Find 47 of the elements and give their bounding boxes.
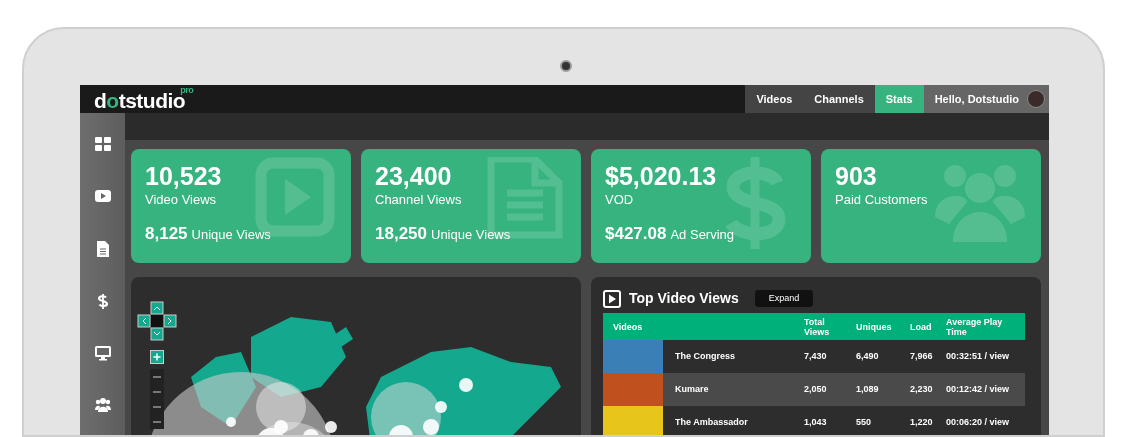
- dashboard-grid-icon[interactable]: [94, 137, 111, 154]
- nav-tab[interactable]: Channels: [803, 85, 875, 113]
- table-cell: 1,089: [852, 373, 906, 406]
- avatar[interactable]: [1027, 90, 1045, 108]
- panel-title: Top Video Views: [629, 289, 739, 308]
- stat-sub-value: 8,125: [145, 223, 188, 245]
- table-cell: 7,430: [800, 340, 852, 373]
- table-cell: 00:32:51 / view: [942, 340, 1025, 373]
- column-header: Total Views: [800, 313, 852, 340]
- stat-sub-label: Unique Views: [191, 226, 271, 244]
- video-title: The Ambassador: [674, 415, 748, 429]
- pan-control-icon[interactable]: [137, 301, 177, 341]
- column-header: Uniques: [852, 313, 906, 340]
- expand-button[interactable]: Expand: [754, 289, 814, 308]
- table-cell: 6,490: [852, 340, 906, 373]
- table-cell: 1,220: [906, 406, 942, 435]
- users-icon[interactable]: [94, 397, 111, 414]
- stat-label: VOD: [605, 191, 635, 209]
- video-title: Kumare: [674, 382, 709, 396]
- document-icon[interactable]: [94, 241, 111, 258]
- table-cell: 2,050: [800, 373, 852, 406]
- table-cell: 1,043: [800, 406, 852, 435]
- camera-icon: [560, 60, 572, 72]
- stat-sub-value: $427.08: [605, 223, 667, 245]
- table-cell: 00:12:42 / view: [942, 373, 1025, 406]
- column-header: Videos: [603, 313, 800, 340]
- stat-label: Channel Views: [375, 191, 463, 209]
- stat-label: Paid Customers: [835, 191, 929, 209]
- stat-label: Video Views: [145, 191, 218, 209]
- stat-value: 903: [835, 161, 878, 191]
- column-header: Average Play Time: [942, 313, 1025, 340]
- stat-value: 23,400: [375, 161, 453, 191]
- video-title: The Congress: [674, 349, 735, 363]
- stat-sub-label: Unique Views: [431, 226, 511, 244]
- table-cell: 00:06:20 / view: [942, 406, 1025, 435]
- nav-tab[interactable]: Videos: [745, 85, 804, 113]
- table-cell: 2,230: [906, 373, 942, 406]
- zoom-scale-icon[interactable]: [150, 369, 164, 429]
- stat-value: $5,020.13: [605, 161, 718, 191]
- monitor-icon[interactable]: [94, 345, 111, 362]
- stat-sub-label: Ad Serving: [670, 226, 735, 244]
- table-cell: 7,966: [906, 340, 942, 373]
- table-cell: 550: [852, 406, 906, 435]
- play-icon: [603, 289, 621, 308]
- column-header: Load: [906, 313, 942, 340]
- stat-value: 10,523: [145, 161, 223, 191]
- stat-sub-value: 18,250: [375, 223, 427, 245]
